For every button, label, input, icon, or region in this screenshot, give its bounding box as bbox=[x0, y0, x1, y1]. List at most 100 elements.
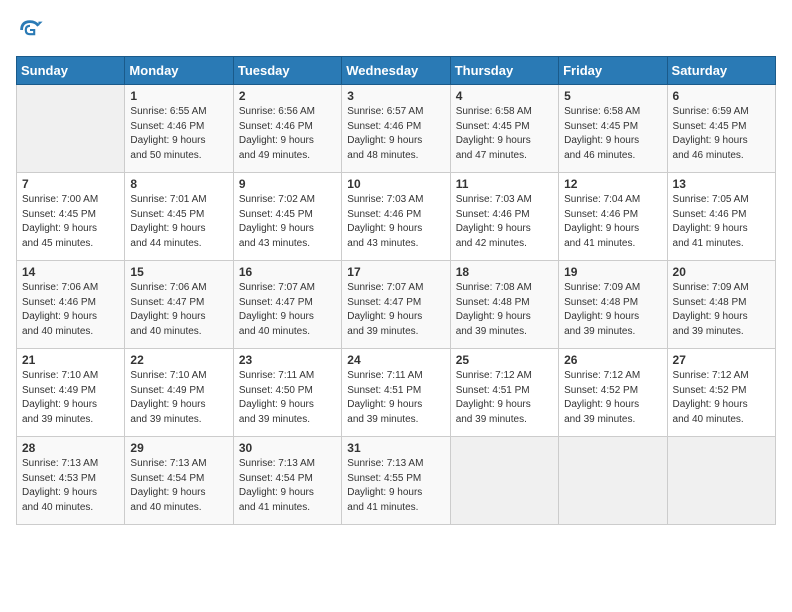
day-info: Sunrise: 7:00 AM Sunset: 4:45 PM Dayligh… bbox=[22, 193, 119, 251]
day-info: Sunrise: 7:13 AM Sunset: 4:54 PM Dayligh… bbox=[239, 457, 336, 515]
day-info: Sunrise: 6:56 AM Sunset: 4:46 PM Dayligh… bbox=[239, 105, 336, 163]
day-number: 6 bbox=[673, 89, 770, 103]
day-info: Sunrise: 6:59 AM Sunset: 4:45 PM Dayligh… bbox=[673, 105, 770, 163]
day-number: 19 bbox=[564, 265, 661, 279]
day-cell bbox=[667, 437, 775, 525]
day-cell: 3 Sunrise: 6:57 AM Sunset: 4:46 PM Daylig… bbox=[342, 85, 450, 173]
day-info: Sunrise: 7:01 AM Sunset: 4:45 PM Dayligh… bbox=[130, 193, 227, 251]
day-cell: 22 Sunrise: 7:10 AM Sunset: 4:49 PM Dayli… bbox=[125, 349, 233, 437]
day-number: 22 bbox=[130, 353, 227, 367]
day-number: 3 bbox=[347, 89, 444, 103]
col-header-friday: Friday bbox=[559, 57, 667, 85]
day-number: 23 bbox=[239, 353, 336, 367]
day-number: 16 bbox=[239, 265, 336, 279]
day-info: Sunrise: 7:08 AM Sunset: 4:48 PM Dayligh… bbox=[456, 281, 553, 339]
day-cell: 26 Sunrise: 7:12 AM Sunset: 4:52 PM Dayli… bbox=[559, 349, 667, 437]
calendar-body: 1 Sunrise: 6:55 AM Sunset: 4:46 PM Daylig… bbox=[17, 85, 776, 525]
day-info: Sunrise: 7:11 AM Sunset: 4:50 PM Dayligh… bbox=[239, 369, 336, 427]
day-info: Sunrise: 7:03 AM Sunset: 4:46 PM Dayligh… bbox=[456, 193, 553, 251]
day-number: 17 bbox=[347, 265, 444, 279]
day-info: Sunrise: 7:10 AM Sunset: 4:49 PM Dayligh… bbox=[22, 369, 119, 427]
day-number: 27 bbox=[673, 353, 770, 367]
day-cell: 2 Sunrise: 6:56 AM Sunset: 4:46 PM Daylig… bbox=[233, 85, 341, 173]
day-number: 7 bbox=[22, 177, 119, 191]
day-cell: 25 Sunrise: 7:12 AM Sunset: 4:51 PM Dayli… bbox=[450, 349, 558, 437]
day-number: 31 bbox=[347, 441, 444, 455]
day-cell: 6 Sunrise: 6:59 AM Sunset: 4:45 PM Daylig… bbox=[667, 85, 775, 173]
day-number: 28 bbox=[22, 441, 119, 455]
day-cell: 20 Sunrise: 7:09 AM Sunset: 4:48 PM Dayli… bbox=[667, 261, 775, 349]
day-info: Sunrise: 7:07 AM Sunset: 4:47 PM Dayligh… bbox=[239, 281, 336, 339]
day-cell: 27 Sunrise: 7:12 AM Sunset: 4:52 PM Dayli… bbox=[667, 349, 775, 437]
day-number: 10 bbox=[347, 177, 444, 191]
day-cell: 31 Sunrise: 7:13 AM Sunset: 4:55 PM Dayli… bbox=[342, 437, 450, 525]
day-info: Sunrise: 7:09 AM Sunset: 4:48 PM Dayligh… bbox=[564, 281, 661, 339]
calendar-table: SundayMondayTuesdayWednesdayThursdayFrid… bbox=[16, 56, 776, 525]
day-number: 5 bbox=[564, 89, 661, 103]
day-number: 1 bbox=[130, 89, 227, 103]
day-cell bbox=[17, 85, 125, 173]
day-info: Sunrise: 7:03 AM Sunset: 4:46 PM Dayligh… bbox=[347, 193, 444, 251]
day-info: Sunrise: 6:58 AM Sunset: 4:45 PM Dayligh… bbox=[456, 105, 553, 163]
day-info: Sunrise: 7:09 AM Sunset: 4:48 PM Dayligh… bbox=[673, 281, 770, 339]
day-number: 26 bbox=[564, 353, 661, 367]
day-info: Sunrise: 7:12 AM Sunset: 4:51 PM Dayligh… bbox=[456, 369, 553, 427]
page-header bbox=[16, 16, 776, 44]
week-row-0: 1 Sunrise: 6:55 AM Sunset: 4:46 PM Daylig… bbox=[17, 85, 776, 173]
day-info: Sunrise: 7:06 AM Sunset: 4:47 PM Dayligh… bbox=[130, 281, 227, 339]
week-row-1: 7 Sunrise: 7:00 AM Sunset: 4:45 PM Daylig… bbox=[17, 173, 776, 261]
col-header-sunday: Sunday bbox=[17, 57, 125, 85]
day-cell: 17 Sunrise: 7:07 AM Sunset: 4:47 PM Dayli… bbox=[342, 261, 450, 349]
day-cell: 7 Sunrise: 7:00 AM Sunset: 4:45 PM Daylig… bbox=[17, 173, 125, 261]
day-info: Sunrise: 7:10 AM Sunset: 4:49 PM Dayligh… bbox=[130, 369, 227, 427]
day-info: Sunrise: 7:07 AM Sunset: 4:47 PM Dayligh… bbox=[347, 281, 444, 339]
col-header-thursday: Thursday bbox=[450, 57, 558, 85]
day-info: Sunrise: 7:13 AM Sunset: 4:54 PM Dayligh… bbox=[130, 457, 227, 515]
day-number: 20 bbox=[673, 265, 770, 279]
day-cell: 15 Sunrise: 7:06 AM Sunset: 4:47 PM Dayli… bbox=[125, 261, 233, 349]
day-number: 12 bbox=[564, 177, 661, 191]
day-cell bbox=[559, 437, 667, 525]
day-cell: 11Sunrise: 7:03 AM Sunset: 4:46 PM Dayli… bbox=[450, 173, 558, 261]
day-cell: 16 Sunrise: 7:07 AM Sunset: 4:47 PM Dayli… bbox=[233, 261, 341, 349]
col-header-monday: Monday bbox=[125, 57, 233, 85]
day-number: 25 bbox=[456, 353, 553, 367]
logo-icon bbox=[16, 16, 44, 44]
day-number: 15 bbox=[130, 265, 227, 279]
day-number: 9 bbox=[239, 177, 336, 191]
day-cell: 21 Sunrise: 7:10 AM Sunset: 4:49 PM Dayli… bbox=[17, 349, 125, 437]
day-cell: 9 Sunrise: 7:02 AM Sunset: 4:45 PM Daylig… bbox=[233, 173, 341, 261]
day-number: 14 bbox=[22, 265, 119, 279]
day-cell: 13 Sunrise: 7:05 AM Sunset: 4:46 PM Dayli… bbox=[667, 173, 775, 261]
day-info: Sunrise: 6:57 AM Sunset: 4:46 PM Dayligh… bbox=[347, 105, 444, 163]
logo bbox=[16, 16, 48, 44]
day-number: 13 bbox=[673, 177, 770, 191]
day-cell bbox=[450, 437, 558, 525]
col-header-wednesday: Wednesday bbox=[342, 57, 450, 85]
day-info: Sunrise: 7:12 AM Sunset: 4:52 PM Dayligh… bbox=[564, 369, 661, 427]
day-cell: 10 Sunrise: 7:03 AM Sunset: 4:46 PM Dayli… bbox=[342, 173, 450, 261]
day-info: Sunrise: 7:13 AM Sunset: 4:55 PM Dayligh… bbox=[347, 457, 444, 515]
week-row-2: 14Sunrise: 7:06 AM Sunset: 4:46 PM Dayli… bbox=[17, 261, 776, 349]
day-cell: 8Sunrise: 7:01 AM Sunset: 4:45 PM Daylig… bbox=[125, 173, 233, 261]
day-cell: 12 Sunrise: 7:04 AM Sunset: 4:46 PM Dayli… bbox=[559, 173, 667, 261]
day-number: 24 bbox=[347, 353, 444, 367]
day-info: Sunrise: 7:12 AM Sunset: 4:52 PM Dayligh… bbox=[673, 369, 770, 427]
day-cell: 30 Sunrise: 7:13 AM Sunset: 4:54 PM Dayli… bbox=[233, 437, 341, 525]
week-row-4: 28Sunrise: 7:13 AM Sunset: 4:53 PM Dayli… bbox=[17, 437, 776, 525]
day-number: 30 bbox=[239, 441, 336, 455]
day-info: Sunrise: 7:04 AM Sunset: 4:46 PM Dayligh… bbox=[564, 193, 661, 251]
day-info: Sunrise: 7:05 AM Sunset: 4:46 PM Dayligh… bbox=[673, 193, 770, 251]
day-info: Sunrise: 7:02 AM Sunset: 4:45 PM Dayligh… bbox=[239, 193, 336, 251]
week-row-3: 21 Sunrise: 7:10 AM Sunset: 4:49 PM Dayli… bbox=[17, 349, 776, 437]
day-number: 2 bbox=[239, 89, 336, 103]
day-info: Sunrise: 6:55 AM Sunset: 4:46 PM Dayligh… bbox=[130, 105, 227, 163]
day-cell: 4 Sunrise: 6:58 AM Sunset: 4:45 PM Daylig… bbox=[450, 85, 558, 173]
col-header-saturday: Saturday bbox=[667, 57, 775, 85]
day-cell: 24Sunrise: 7:11 AM Sunset: 4:51 PM Dayli… bbox=[342, 349, 450, 437]
day-number: 29 bbox=[130, 441, 227, 455]
day-number: 21 bbox=[22, 353, 119, 367]
day-number: 4 bbox=[456, 89, 553, 103]
day-cell: 23 Sunrise: 7:11 AM Sunset: 4:50 PM Dayli… bbox=[233, 349, 341, 437]
col-header-tuesday: Tuesday bbox=[233, 57, 341, 85]
